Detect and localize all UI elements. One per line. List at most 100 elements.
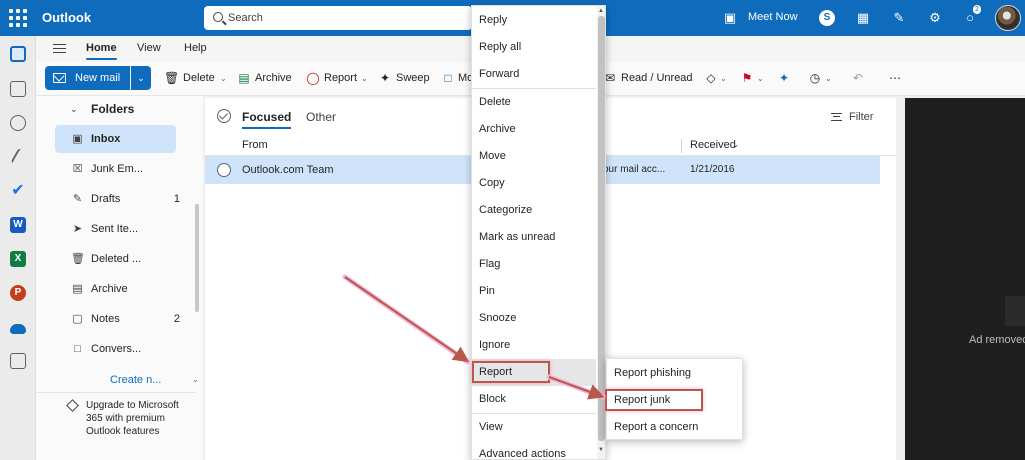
- pin-icon[interactable]: ✦: [777, 71, 791, 85]
- video-camera-icon[interactable]: ▣: [722, 10, 738, 26]
- menu-item-delete[interactable]: Delete: [472, 89, 596, 116]
- archive-button[interactable]: Archive: [255, 72, 292, 84]
- new-mail-button[interactable]: New mail: [45, 66, 130, 90]
- notification-count-badge: 2: [973, 5, 981, 14]
- chevron-down-icon[interactable]: ⌄: [720, 74, 727, 83]
- menu-item-move[interactable]: Move: [472, 143, 596, 170]
- folder-notes[interactable]: ▢ Notes 2: [55, 305, 180, 333]
- chevron-down-icon[interactable]: ⌄: [825, 74, 832, 83]
- app-name[interactable]: Outlook: [42, 10, 91, 25]
- calendar-icon[interactable]: [10, 81, 26, 97]
- chevron-down-icon[interactable]: ⌄: [361, 74, 368, 83]
- menu-item-report-concern[interactable]: Report a concern: [607, 414, 742, 441]
- folder-conversation-history[interactable]: □ Convers...: [55, 335, 176, 363]
- menu-item-block[interactable]: Block: [472, 386, 596, 413]
- menu-item-advanced-actions[interactable]: Advanced actions: [472, 441, 596, 459]
- trash-icon: 🗑: [71, 253, 85, 265]
- flag-icon[interactable]: ⚑: [740, 71, 754, 85]
- folder-scrollbar[interactable]: [195, 204, 199, 312]
- chevron-down-icon[interactable]: ⌄: [757, 74, 764, 83]
- tab-other[interactable]: Other: [306, 110, 336, 124]
- menu-item-view[interactable]: View: [472, 414, 596, 441]
- message-date: 1/21/2016: [690, 164, 735, 175]
- folders-heading[interactable]: Folders: [91, 102, 134, 116]
- folder-label: Notes: [91, 313, 120, 325]
- archive-icon: ▤: [238, 71, 250, 85]
- mail-icon[interactable]: [10, 46, 26, 62]
- menu-item-reply[interactable]: Reply: [472, 7, 596, 34]
- todo-check-icon[interactable]: ✔: [10, 183, 26, 199]
- tab-home[interactable]: Home: [86, 42, 117, 60]
- meet-now-button[interactable]: Meet Now: [748, 11, 798, 23]
- folder-label: Deleted ...: [91, 253, 142, 265]
- menu-item-forward[interactable]: Forward: [472, 61, 596, 88]
- menu-item-pin[interactable]: Pin: [472, 278, 596, 305]
- tag-icon[interactable]: ◇: [704, 71, 718, 85]
- folder-inbox[interactable]: ▣ Inbox: [55, 125, 176, 153]
- select-all-check-icon[interactable]: [217, 109, 231, 123]
- tab-focused[interactable]: Focused: [242, 110, 292, 129]
- menu-item-categorize[interactable]: Categorize: [472, 197, 596, 224]
- create-new-folder-link[interactable]: Create n...: [110, 374, 161, 386]
- delete-button[interactable]: Delete: [183, 72, 215, 84]
- report-highlight-box: [472, 361, 550, 383]
- menu-item-copy[interactable]: Copy: [472, 170, 596, 197]
- gear-icon[interactable]: ⚙: [927, 10, 943, 26]
- menu-item-flag[interactable]: Flag: [472, 251, 596, 278]
- new-mail-dropdown-button[interactable]: ⌄: [131, 66, 151, 90]
- report-button[interactable]: Report: [324, 72, 357, 84]
- scroll-up-icon[interactable]: ▲: [598, 8, 604, 14]
- attachment-icon[interactable]: [10, 148, 26, 166]
- menu-item-mark-unread[interactable]: Mark as unread: [472, 224, 596, 251]
- office-apps-icon[interactable]: ▦: [855, 10, 871, 26]
- clock-icon[interactable]: ◷: [808, 71, 822, 85]
- sort-chevron-icon[interactable]: ⌄: [732, 139, 740, 150]
- column-received[interactable]: Received: [690, 139, 736, 151]
- undo-icon[interactable]: ↶: [851, 71, 865, 85]
- excel-icon[interactable]: X: [10, 251, 26, 267]
- column-from[interactable]: From: [242, 139, 268, 151]
- folder-pane: ⌄ Folders ▣ Inbox ☒ Junk Em... ✎ Drafts …: [36, 96, 203, 460]
- folder-drafts[interactable]: ✎ Drafts 1: [55, 185, 180, 213]
- folder-junk[interactable]: ☒ Junk Em...: [55, 155, 176, 183]
- app-launcher-icon[interactable]: [9, 9, 27, 27]
- menu-item-archive[interactable]: Archive: [472, 116, 596, 143]
- filter-button[interactable]: Filter: [849, 111, 873, 123]
- menu-item-snooze[interactable]: Snooze: [472, 305, 596, 332]
- chevron-down-icon[interactable]: ⌄: [192, 375, 199, 384]
- upgrade-promo[interactable]: Upgrade to Microsoft 365 with premium Ou…: [36, 392, 196, 460]
- tab-view[interactable]: View: [137, 42, 161, 54]
- word-icon[interactable]: W: [10, 217, 26, 233]
- menu-item-ignore[interactable]: Ignore: [472, 332, 596, 359]
- folder-sent[interactable]: ➤ Sent Ite...: [55, 215, 176, 243]
- avatar[interactable]: [995, 5, 1021, 31]
- menu-item-report-phishing[interactable]: Report phishing: [607, 360, 742, 387]
- more-options-icon[interactable]: ⋯: [888, 71, 902, 85]
- envelope-icon: [53, 73, 66, 83]
- feedback-icon[interactable]: ✎: [891, 10, 907, 26]
- folder-deleted[interactable]: 🗑 Deleted ...: [55, 245, 176, 273]
- search-input[interactable]: Search: [204, 6, 472, 30]
- tab-help[interactable]: Help: [184, 42, 207, 54]
- column-divider[interactable]: [681, 139, 682, 153]
- scroll-down-icon[interactable]: ▼: [598, 447, 604, 453]
- folder-archive[interactable]: ▤ Archive: [55, 275, 176, 303]
- chevron-down-icon[interactable]: ⌄: [70, 104, 78, 115]
- menu-item-reply-all[interactable]: Reply all: [472, 34, 596, 61]
- filter-icon: [831, 113, 842, 121]
- chevron-down-icon[interactable]: ⌄: [220, 74, 227, 83]
- folder-label: Archive: [91, 283, 128, 295]
- more-apps-icon[interactable]: [10, 353, 26, 369]
- menu-scrollbar-thumb[interactable]: [598, 16, 605, 441]
- people-icon[interactable]: [10, 115, 26, 131]
- skype-icon[interactable]: S: [819, 10, 835, 26]
- read-unread-button[interactable]: Read / Unread: [621, 72, 693, 84]
- hamburger-menu-icon[interactable]: [53, 44, 66, 53]
- diamond-icon: [66, 399, 79, 412]
- powerpoint-icon[interactable]: P: [10, 285, 26, 301]
- folder-label: Sent Ite...: [91, 223, 139, 235]
- onedrive-icon[interactable]: [10, 324, 26, 334]
- ad-removed-text: Ad removed: [969, 334, 1025, 346]
- row-select-circle[interactable]: [217, 163, 231, 177]
- sweep-button[interactable]: Sweep: [396, 72, 430, 84]
